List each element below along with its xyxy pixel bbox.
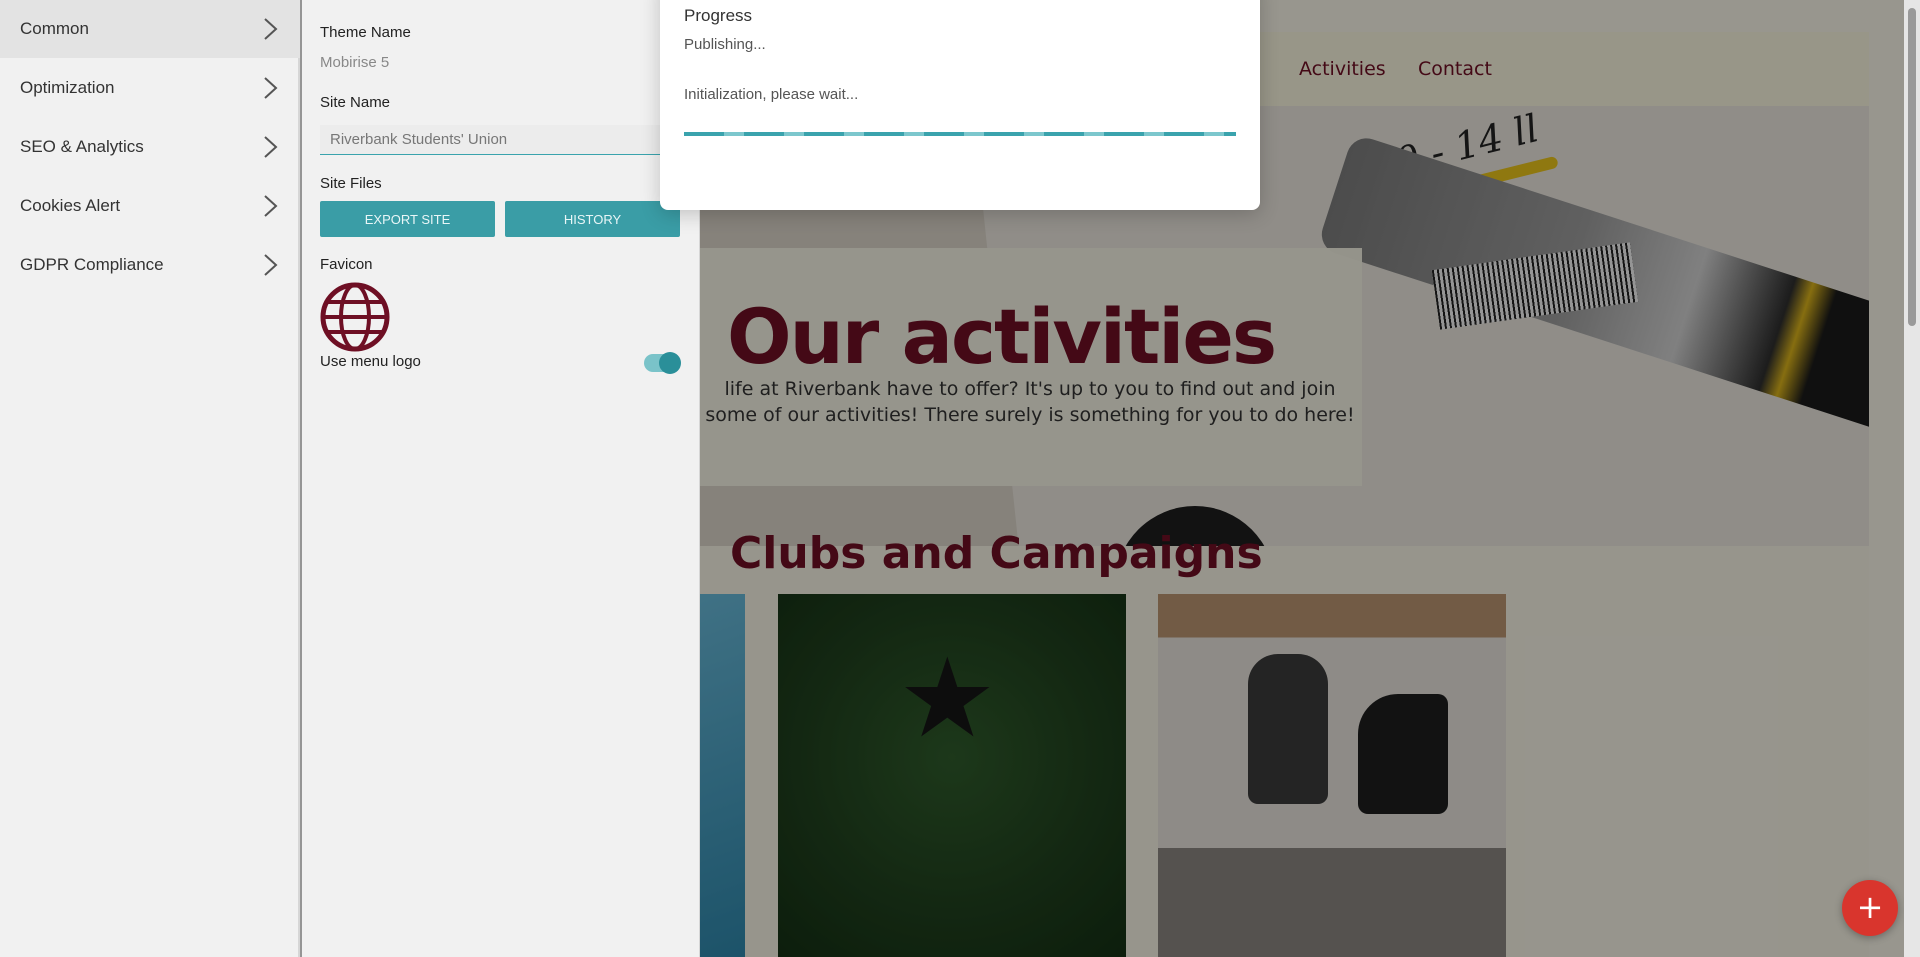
use-menu-logo-toggle[interactable] [644, 352, 681, 374]
chevron-right-icon [264, 18, 278, 40]
sidebar-item-label: Common [20, 19, 89, 38]
progress-modal: Progress Publishing... Initialization, p… [660, 0, 1260, 210]
page-scrollbar[interactable] [1904, 0, 1920, 957]
history-button[interactable]: HISTORY [505, 201, 680, 237]
chevron-right-icon [264, 77, 278, 99]
toggle-knob [659, 352, 681, 374]
scrollbar-thumb[interactable] [1908, 8, 1916, 326]
sidebar-item-gdpr-compliance[interactable]: GDPR Compliance [0, 236, 300, 294]
add-block-button[interactable]: + [1842, 880, 1898, 936]
sidebar-item-label: SEO & Analytics [20, 137, 144, 156]
progress-bar [684, 132, 1236, 136]
settings-sidebar: Common Optimization SEO & Analytics Cook… [0, 0, 300, 957]
sidebar-item-label: Optimization [20, 78, 115, 97]
use-menu-logo-label: Use menu logo [320, 353, 421, 370]
theme-name-label: Theme Name [320, 24, 411, 41]
modal-title: Progress [684, 6, 753, 25]
common-settings-panel: Theme Name Mobirise 5 Site Name Site Fil… [302, 0, 700, 957]
theme-name-value: Mobirise 5 [320, 54, 390, 71]
globe-icon[interactable] [320, 282, 390, 352]
plus-icon: + [1856, 888, 1884, 926]
modal-substatus-text: Initialization, please wait... [684, 86, 859, 103]
site-name-input[interactable] [320, 125, 690, 155]
sidebar-item-common[interactable]: Common [0, 0, 300, 58]
export-site-button[interactable]: EXPORT SITE [320, 201, 495, 237]
modal-status-text: Publishing... [684, 36, 766, 53]
chevron-right-icon [264, 136, 278, 158]
sidebar-item-seo-analytics[interactable]: SEO & Analytics [0, 118, 300, 176]
sidebar-item-cookies-alert[interactable]: Cookies Alert [0, 177, 300, 235]
site-files-label: Site Files [320, 175, 382, 192]
favicon-label: Favicon [320, 256, 373, 273]
chevron-right-icon [264, 195, 278, 217]
chevron-right-icon [264, 254, 278, 276]
site-name-label: Site Name [320, 94, 391, 111]
sidebar-item-label: GDPR Compliance [20, 255, 164, 274]
sidebar-item-optimization[interactable]: Optimization [0, 59, 300, 117]
sidebar-item-label: Cookies Alert [20, 196, 121, 215]
